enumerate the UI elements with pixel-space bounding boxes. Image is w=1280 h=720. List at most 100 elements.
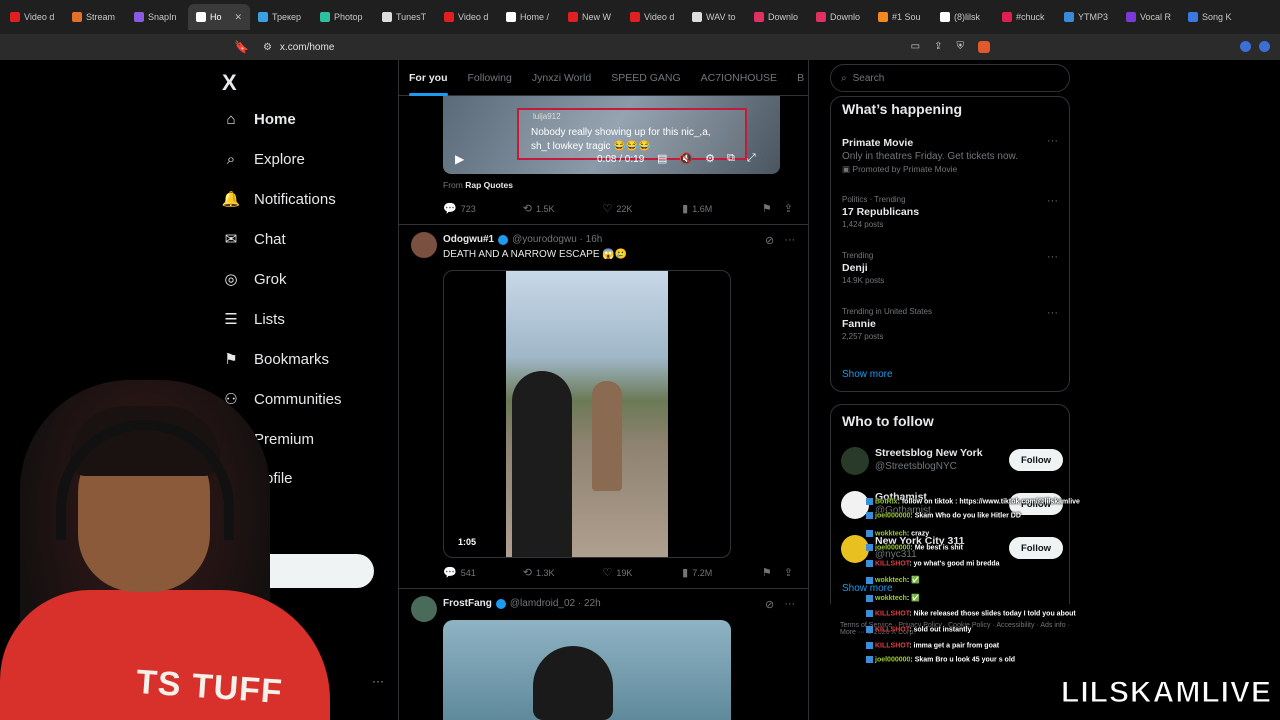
bookmark-icon[interactable]: 🔖: [234, 40, 249, 54]
browser-tab[interactable]: Video d: [2, 4, 64, 30]
share-icon[interactable]: ⇪: [934, 41, 942, 53]
views-button[interactable]: ▮ 1.6M: [682, 202, 762, 215]
trend-item[interactable]: Politics · Trending 17 Republicans 1,424…: [842, 195, 1060, 229]
follow-button[interactable]: Follow: [1009, 449, 1063, 471]
site-info-icon[interactable]: ⚙: [263, 42, 272, 53]
video-player[interactable]: 1:05: [443, 270, 731, 558]
extension-icon[interactable]: [1259, 41, 1270, 52]
favicon-icon: [754, 12, 764, 22]
promoted-label: ▣ Promoted by Primate Movie: [842, 164, 958, 174]
more-options-icon[interactable]: ···: [1047, 135, 1058, 147]
tab-speed-gang[interactable]: SPEED GANG: [601, 60, 690, 96]
repost-button[interactable]: ⟲ 1.5K: [523, 202, 603, 215]
browser-tab[interactable]: TunesT: [374, 4, 436, 30]
browser-tab[interactable]: Photop: [312, 4, 374, 30]
grok-icon[interactable]: ⊘: [765, 598, 774, 611]
author-name[interactable]: Odogwu#1: [443, 234, 494, 245]
close-tab-icon[interactable]: ✕: [234, 12, 242, 23]
favicon-icon: [1064, 12, 1074, 22]
views-button[interactable]: ▮ 7.2M: [682, 566, 762, 579]
tab-actionhouse[interactable]: AC7IONHOUSE: [691, 60, 787, 96]
author-handle[interactable]: @lamdroid_02 · 22h: [510, 598, 601, 609]
chat-badge-icon: [866, 544, 873, 551]
browser-tab[interactable]: WAV to: [684, 4, 746, 30]
browser-tab[interactable]: Home /: [498, 4, 560, 30]
chat-username: KILLSHOT: [875, 610, 910, 618]
browser-tab[interactable]: #1 Sou: [870, 4, 932, 30]
post-image[interactable]: [443, 620, 731, 720]
browser-tab[interactable]: SnapIn: [126, 4, 188, 30]
account-menu-icon[interactable]: ···: [372, 674, 384, 688]
nav-lists[interactable]: ☰ Lists: [222, 310, 285, 329]
browser-tab[interactable]: Video d: [622, 4, 684, 30]
brave-rewards-icon[interactable]: [978, 41, 990, 53]
browser-tab[interactable]: Vocal R: [1118, 4, 1180, 30]
trend-item[interactable]: Primate Movie Only in theatres Friday. G…: [842, 135, 1060, 175]
avatar[interactable]: [411, 232, 437, 258]
nav-explore[interactable]: ⌕ Explore: [222, 150, 305, 168]
browser-tab[interactable]: Song K: [1180, 4, 1242, 30]
shield-icon[interactable]: ⛨: [957, 41, 965, 53]
extension-icon[interactable]: [1240, 41, 1251, 52]
browser-tab[interactable]: YTMP3: [1056, 4, 1118, 30]
url-field[interactable]: x.com/home: [280, 42, 334, 53]
tab-following[interactable]: Following: [458, 60, 522, 96]
grok-icon[interactable]: ⊘: [765, 234, 774, 247]
avatar[interactable]: [841, 447, 869, 475]
browser-tab[interactable]: New W: [560, 4, 622, 30]
cast-icon[interactable]: ▭: [911, 41, 920, 53]
trend-item[interactable]: Trending Denji 14.9K posts ···: [842, 251, 1060, 285]
bookmark-icon[interactable]: ⚑: [762, 566, 772, 579]
avatar[interactable]: [841, 535, 869, 563]
nav-grok[interactable]: ◎ Grok: [222, 270, 286, 289]
browser-tab[interactable]: Downlo: [808, 4, 870, 30]
more-options-icon[interactable]: ···: [1047, 195, 1058, 207]
trend-item[interactable]: Trending in United States Fannie 2,257 p…: [842, 307, 1060, 341]
browser-tab[interactable]: Трекер: [250, 4, 312, 30]
nav-chat[interactable]: ✉ Chat: [222, 230, 286, 249]
dock-icon[interactable]: ⧉: [727, 152, 735, 165]
repost-button[interactable]: ⟲ 1.3K: [523, 566, 603, 579]
browser-tab[interactable]: Stream: [64, 4, 126, 30]
tab-for-you[interactable]: For you: [399, 60, 458, 96]
mute-icon[interactable]: 🔇: [679, 152, 693, 165]
author-name[interactable]: FrostFang: [443, 598, 492, 609]
reply-button[interactable]: 💬 723: [443, 202, 523, 215]
browser-tab[interactable]: (8)lilsk: [932, 4, 994, 30]
more-options-icon[interactable]: ···: [1047, 307, 1058, 319]
nav-bookmarks[interactable]: ⚑ Bookmarks: [222, 350, 329, 369]
browser-tab[interactable]: Downlo: [746, 4, 808, 30]
avatar[interactable]: [841, 491, 869, 519]
bookmark-icon[interactable]: ⚑: [762, 202, 772, 215]
show-more-link[interactable]: Show more: [842, 583, 893, 594]
share-icon[interactable]: ⇪: [784, 202, 793, 215]
tab-more[interactable]: B: [787, 60, 808, 96]
video-player[interactable]: lulja912 Nobody really showing up for th…: [443, 96, 780, 174]
source-link[interactable]: Rap Quotes: [465, 180, 513, 190]
follow-button[interactable]: Follow: [1009, 537, 1063, 559]
like-button[interactable]: ♡ 22K: [602, 202, 682, 215]
share-icon[interactable]: ⇪: [784, 566, 793, 579]
author-handle[interactable]: @yourodogwu · 16h: [512, 234, 602, 245]
follow-suggestion[interactable]: Streetsblog New York @StreetsblogNYC Fol…: [841, 447, 1063, 477]
browser-tab[interactable]: #chuck: [994, 4, 1056, 30]
nav-home[interactable]: ⌂ Home: [222, 110, 295, 128]
reply-button[interactable]: 💬 541: [443, 566, 523, 579]
more-options-icon[interactable]: ···: [784, 234, 795, 247]
chat-text: : sold out instantly: [909, 626, 972, 634]
more-options-icon[interactable]: ···: [1047, 251, 1058, 263]
like-button[interactable]: ♡ 19K: [602, 566, 682, 579]
tab-jynxzi-world[interactable]: Jynxzi World: [522, 60, 601, 96]
captions-icon[interactable]: ▤: [657, 152, 667, 165]
avatar[interactable]: [411, 596, 437, 622]
more-options-icon[interactable]: ···: [784, 598, 795, 611]
settings-icon[interactable]: ⚙: [705, 152, 715, 165]
nav-notifications[interactable]: 🔔 Notifications: [222, 190, 336, 209]
x-logo-icon[interactable]: X: [222, 70, 237, 96]
fullscreen-icon[interactable]: ⤢: [747, 152, 756, 165]
play-icon[interactable]: ▶: [455, 152, 464, 166]
search-input[interactable]: ⌕ Search: [830, 64, 1070, 92]
show-more-link[interactable]: Show more: [842, 369, 893, 380]
browser-tab[interactable]: Ho ✕: [188, 4, 250, 30]
browser-tab[interactable]: Video d: [436, 4, 498, 30]
